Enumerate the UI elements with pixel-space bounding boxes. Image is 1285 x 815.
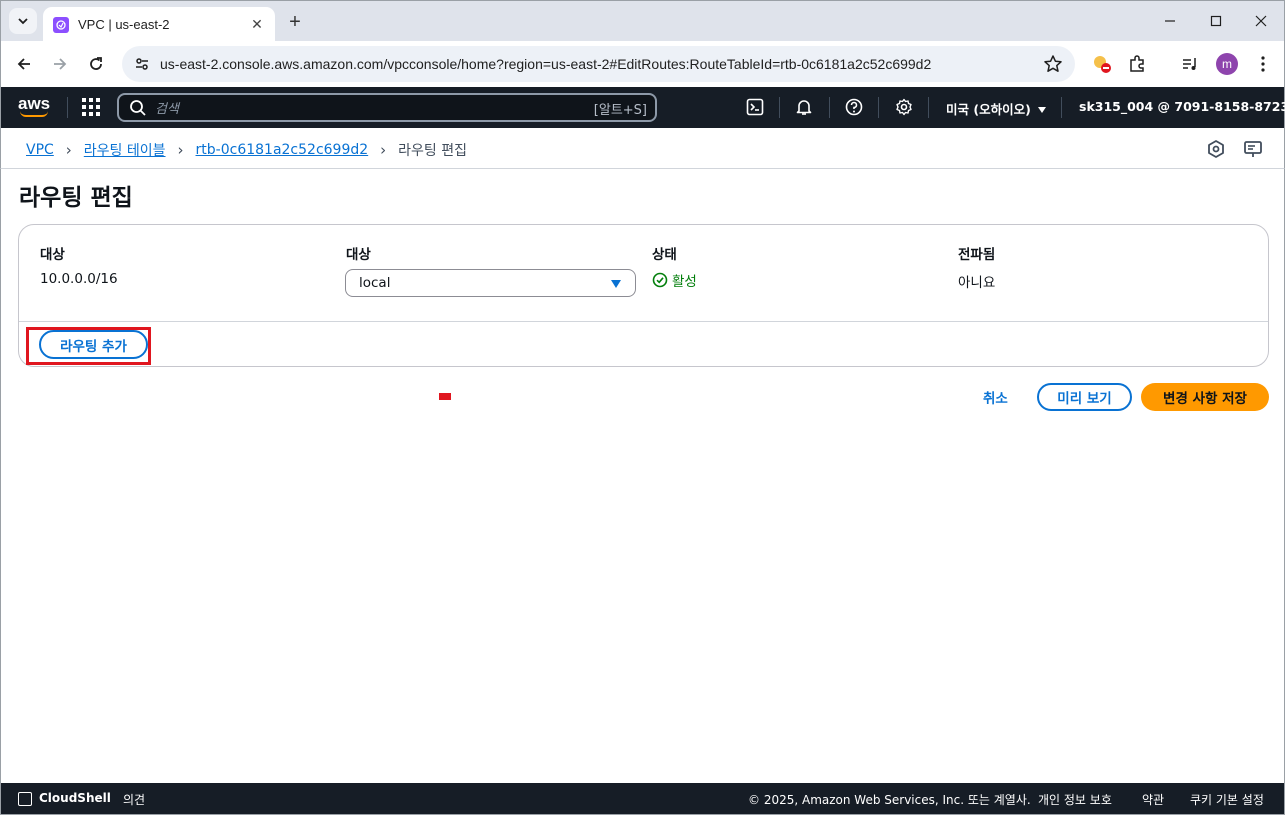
nav-divider [878, 97, 879, 118]
footer-copyright: © 2025, Amazon Web Services, Inc. 또는 계열사… [748, 793, 1031, 807]
nav-divider [779, 97, 780, 118]
nav-divider [1061, 97, 1062, 118]
route-status: 활성 [652, 270, 697, 290]
nav-divider [829, 97, 830, 118]
column-header-propagated: 전파됨 [958, 247, 996, 263]
breadcrumb-vpc[interactable]: VPC [26, 142, 54, 158]
tab-search-button[interactable] [9, 8, 37, 34]
cloudshell-footer-icon [18, 792, 32, 806]
media-control-icon[interactable] [1178, 52, 1202, 76]
aws-footer: CloudShell 의견 © 2025, Amazon Web Service… [0, 783, 1285, 815]
bookmark-star-icon[interactable] [1043, 54, 1063, 74]
cloudshell-icon[interactable] [745, 97, 765, 117]
tab-title: VPC | us-east-2 [78, 17, 170, 32]
column-header-status: 상태 [652, 247, 677, 263]
route-status-label: 활성 [672, 274, 697, 290]
card-divider [19, 321, 1268, 322]
route-destination-value: 10.0.0.0/16 [40, 271, 118, 287]
column-header-target: 대상 [346, 247, 371, 263]
notifications-bell-icon[interactable] [794, 97, 814, 117]
browser-tab-bar: VPC | us-east-2 ✕ + [0, 0, 1285, 42]
aws-search-input[interactable]: 검색 [알트+S] [117, 93, 657, 122]
footer-privacy[interactable]: 개인 정보 보호 [1038, 791, 1112, 808]
reload-button[interactable] [83, 51, 109, 77]
help-icon[interactable] [844, 97, 864, 117]
footer-feedback[interactable]: 의견 [123, 791, 145, 808]
search-icon [130, 99, 146, 116]
cancel-button[interactable]: 취소 [983, 387, 1008, 407]
close-tab-icon[interactable]: ✕ [249, 17, 265, 33]
browser-toolbar: us-east-2.console.aws.amazon.com/vpccons… [0, 41, 1285, 87]
extension-blocked-icon[interactable] [1090, 52, 1114, 76]
apps-grid-icon[interactable] [82, 98, 100, 116]
chevron-down-icon [18, 18, 28, 25]
main-content: 라우팅 편집 대상 대상 상태 전파됨 10.0.0.0/16 local 활성… [0, 169, 1285, 783]
arrow-left-icon [17, 58, 30, 70]
minimize-window-button[interactable] [1155, 9, 1185, 33]
breadcrumb-list: VPC › 라우팅 테이블 › rtb-0c6181a2c52c699d2 › … [26, 140, 467, 160]
browser-tab-active[interactable]: VPC | us-east-2 ✕ [43, 7, 275, 42]
red-marker [439, 393, 451, 400]
arrow-right-icon [54, 58, 67, 70]
close-window-button[interactable] [1246, 9, 1276, 33]
aws-logo[interactable]: aws [18, 95, 52, 119]
url-text: us-east-2.console.aws.amazon.com/vpccons… [160, 56, 932, 72]
route-target-value: local [359, 275, 391, 291]
breadcrumb-route-tables[interactable]: 라우팅 테이블 [84, 140, 166, 160]
caret-down-icon [1037, 107, 1046, 113]
account-label: sk315_004 @ 7091-8158-8723 [1079, 99, 1285, 114]
new-tab-button[interactable]: + [283, 10, 307, 34]
screen-feedback-icon[interactable] [1243, 139, 1263, 159]
breadcrumb-route-table-id[interactable]: rtb-0c6181a2c52c699d2 [196, 142, 369, 158]
site-info-icon[interactable] [128, 50, 156, 78]
hexagon-info-icon[interactable] [1206, 139, 1226, 159]
save-changes-button[interactable]: 변경 사항 저장 [1141, 383, 1269, 411]
nav-divider [928, 97, 929, 118]
aws-smile-icon [20, 111, 48, 117]
search-placeholder: 검색 [155, 102, 179, 117]
add-route-button[interactable]: 라우팅 추가 [39, 330, 148, 359]
profile-avatar[interactable]: m [1216, 53, 1238, 75]
breadcrumb: VPC › 라우팅 테이블 › rtb-0c6181a2c52c699d2 › … [0, 128, 1285, 169]
caret-down-icon [611, 280, 621, 288]
address-bar[interactable]: us-east-2.console.aws.amazon.com/vpccons… [122, 46, 1075, 82]
back-button[interactable] [11, 51, 37, 77]
preview-button[interactable]: 미리 보기 [1037, 383, 1132, 411]
aws-top-nav: aws 검색 [알트+S] 미국 (오하이오) sk315_004 @ 7091… [0, 87, 1285, 128]
forward-button[interactable] [47, 51, 73, 77]
routes-editor-card: 대상 대상 상태 전파됨 10.0.0.0/16 local 활성 아니요 라우… [18, 224, 1269, 367]
extensions-puzzle-icon[interactable] [1125, 52, 1149, 76]
reload-icon [90, 57, 102, 70]
region-label: 미국 (오하이오) [946, 102, 1031, 117]
account-menu[interactable]: sk315_004 @ 7091-8158-8723 [1079, 99, 1285, 114]
route-propagated-value: 아니요 [958, 275, 996, 291]
vpc-favicon-icon [53, 16, 69, 33]
nav-divider [67, 97, 68, 118]
footer-cloudshell[interactable]: CloudShell [39, 791, 111, 805]
route-target-select[interactable]: local [345, 269, 636, 297]
more-menu-icon[interactable] [1251, 52, 1275, 76]
settings-gear-icon[interactable] [894, 97, 914, 117]
breadcrumb-current: 라우팅 편집 [398, 143, 468, 159]
check-circle-icon [652, 272, 668, 288]
chevron-right-icon: › [65, 141, 72, 159]
chevron-right-icon: › [380, 141, 387, 159]
search-shortcut: [알트+S] [593, 103, 647, 118]
region-selector[interactable]: 미국 (오하이오) [946, 99, 1046, 118]
maximize-window-button[interactable] [1201, 9, 1231, 33]
page-title: 라우팅 편집 [19, 185, 133, 211]
column-header-destination: 대상 [40, 247, 65, 263]
footer-terms[interactable]: 약관 [1142, 791, 1164, 808]
chevron-right-icon: › [177, 141, 184, 159]
footer-cookies[interactable]: 쿠키 기본 설정 [1190, 791, 1264, 808]
